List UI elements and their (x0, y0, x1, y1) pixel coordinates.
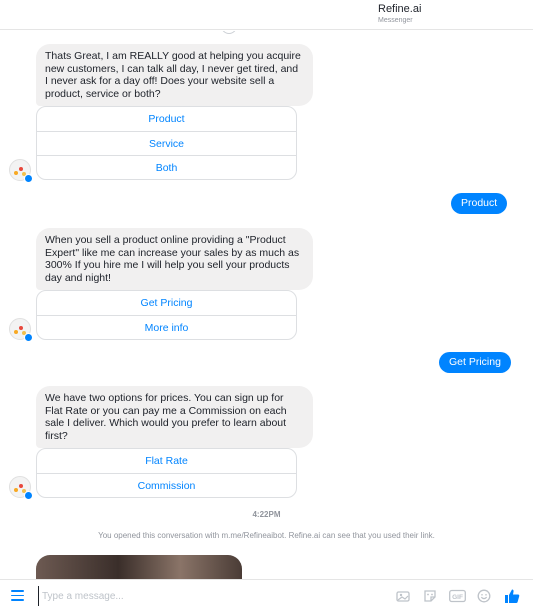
quick-replies: Product Service Both (36, 106, 297, 180)
image-icon[interactable] (396, 589, 410, 603)
emoji-icon[interactable] (477, 589, 491, 603)
conversation-header: Refine.ai Messenger (0, 0, 533, 30)
messenger-badge-icon (24, 333, 33, 342)
message-thread[interactable]: Thats Great, I am REALLY good at helping… (0, 31, 533, 579)
quick-reply-more-info[interactable]: More info (37, 315, 296, 339)
conversation-notice: You opened this conversation with m.me/R… (98, 531, 435, 540)
messenger-window: Refine.ai Messenger Thats Great, I am RE… (0, 0, 533, 610)
messenger-badge-icon (24, 491, 33, 500)
quick-reply-product[interactable]: Product (37, 107, 296, 131)
quick-replies: Flat Rate Commission (36, 448, 297, 498)
quick-reply-flat-rate[interactable]: Flat Rate (37, 449, 296, 473)
image-message-preview[interactable] (36, 555, 242, 579)
message-composer: GIF (0, 579, 533, 610)
bot-avatar[interactable] (9, 318, 33, 342)
quick-reply-service[interactable]: Service (37, 131, 296, 155)
contact-subtitle: Messenger (378, 17, 413, 24)
like-icon[interactable] (504, 588, 520, 604)
quick-reply-commission[interactable]: Commission (37, 473, 296, 497)
menu-icon[interactable] (11, 590, 24, 601)
bot-message-bubble: Thats Great, I am REALLY good at helping… (36, 44, 313, 106)
gif-icon[interactable]: GIF (449, 589, 466, 603)
scroll-indicator-icon (221, 31, 237, 34)
bot-message-bubble: When you sell a product online providing… (36, 228, 313, 290)
messenger-badge-icon (24, 174, 33, 183)
svg-text:GIF: GIF (452, 594, 463, 601)
user-message-bubble: Get Pricing (439, 352, 511, 373)
contact-name[interactable]: Refine.ai (378, 3, 421, 15)
sticker-icon[interactable] (423, 589, 437, 603)
bot-avatar[interactable] (9, 476, 33, 500)
bot-avatar[interactable] (9, 159, 33, 183)
quick-reply-get-pricing[interactable]: Get Pricing (37, 291, 296, 315)
quick-reply-both[interactable]: Both (37, 155, 296, 179)
bot-message-bubble: We have two options for prices. You can … (36, 386, 313, 448)
user-message-bubble: Product (451, 193, 508, 214)
message-input[interactable] (38, 586, 338, 606)
quick-replies: Get Pricing More info (36, 290, 297, 340)
message-timestamp: 4:22PM (252, 510, 281, 519)
